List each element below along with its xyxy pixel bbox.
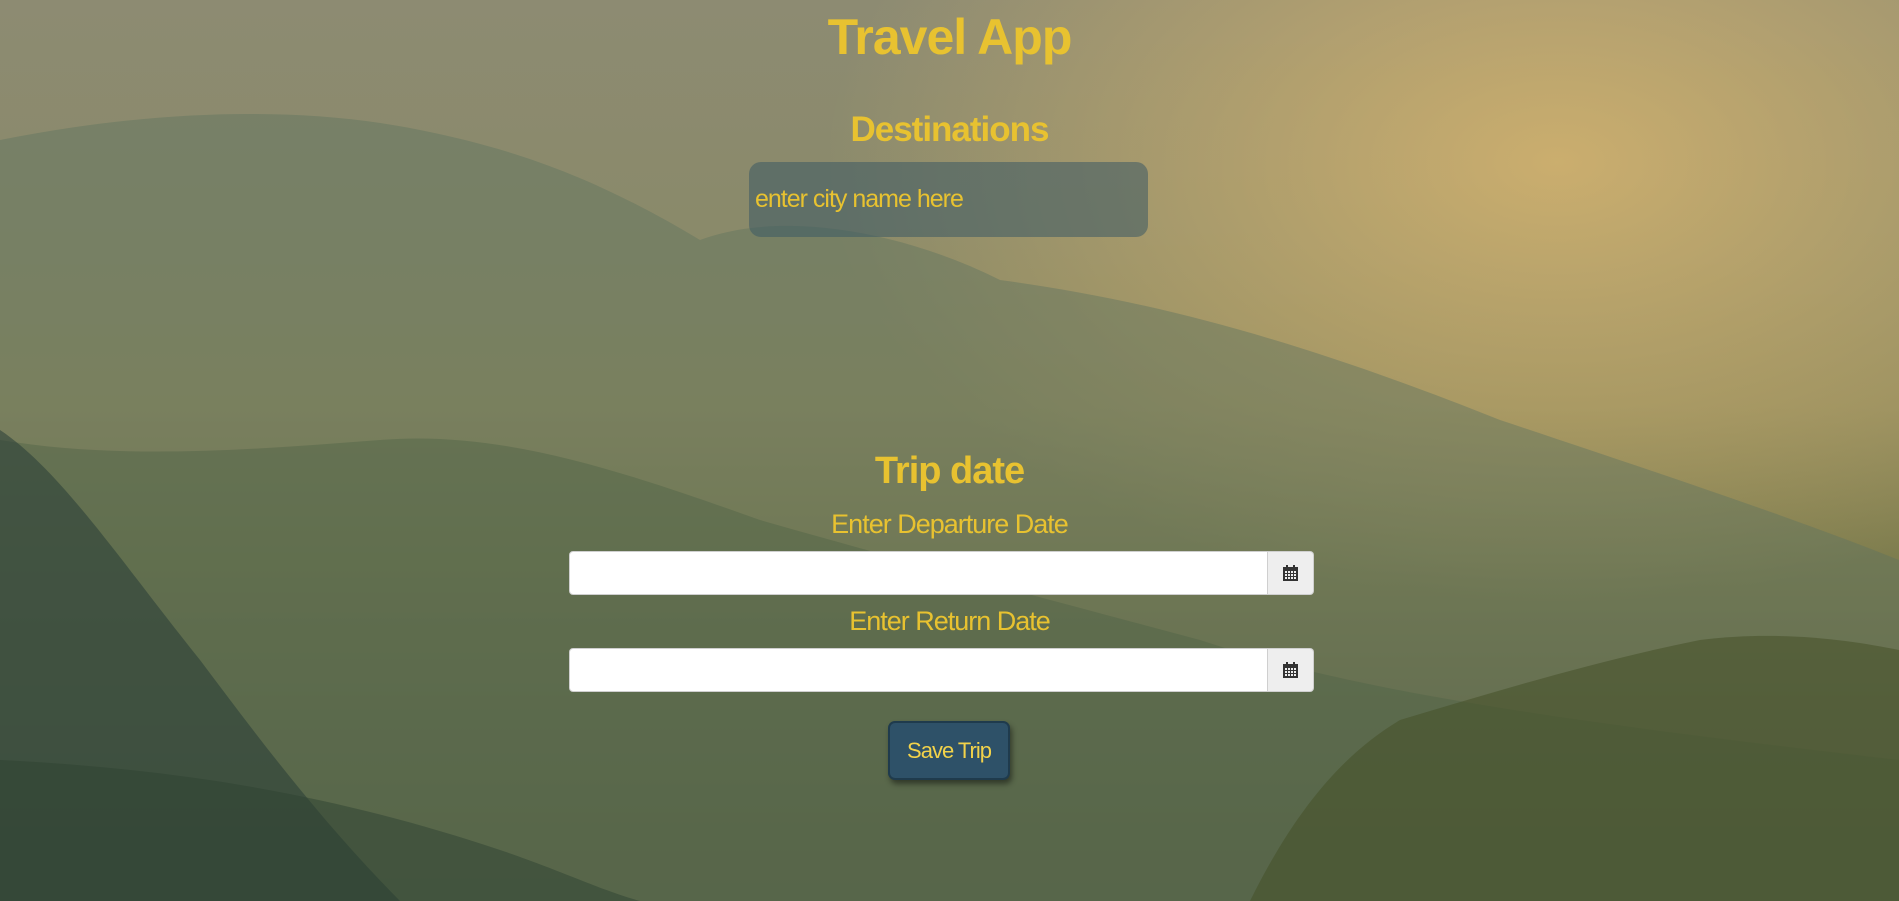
calendar-icon bbox=[1283, 564, 1298, 581]
departure-date-group bbox=[569, 551, 1314, 595]
return-date-input[interactable] bbox=[569, 648, 1268, 692]
return-date-label: Enter Return Date bbox=[849, 606, 1051, 636]
destinations-heading: Destinations bbox=[850, 110, 1049, 149]
return-date-group bbox=[569, 648, 1314, 692]
city-input[interactable] bbox=[749, 162, 1148, 237]
trip-date-heading: Trip date bbox=[874, 450, 1025, 492]
departure-date-input[interactable] bbox=[569, 551, 1268, 595]
return-calendar-button[interactable] bbox=[1268, 648, 1314, 692]
calendar-icon bbox=[1283, 661, 1298, 678]
save-trip-button[interactable]: Save Trip bbox=[888, 721, 1010, 780]
departure-calendar-button[interactable] bbox=[1268, 551, 1314, 595]
main-content: Travel App Destinations Trip date Enter … bbox=[0, 0, 1899, 901]
departure-date-label: Enter Departure Date bbox=[831, 509, 1069, 539]
page-title: Travel App bbox=[827, 9, 1073, 65]
